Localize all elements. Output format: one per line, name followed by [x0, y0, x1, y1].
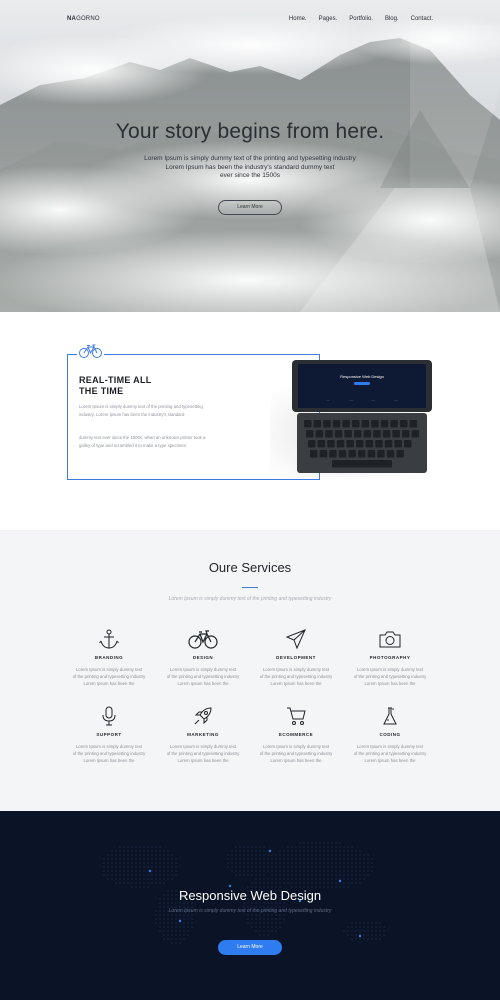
feature-paragraph-2: dummy text ever since the 1500s, when an… [79, 435, 206, 448]
cta-title: Responsive Web Design [178, 888, 322, 903]
services-title: Oure Services [208, 560, 292, 575]
rocket-icon [194, 707, 212, 725]
tablet-screen-title: Responsive Web Design [340, 374, 384, 379]
service-coding[interactable]: CODING Lorem Ipsum is simply dummy text o… [335, 705, 445, 764]
top-navigation: NAGORNO Home. Pages. Portfolio. Blog. Co… [0, 0, 500, 40]
tablet-screen-menu-item: ----- [349, 399, 353, 402]
services-subtitle: Lorem Ipsum is simply dummy text of the … [168, 596, 332, 602]
cta-subtitle: Lorem Ipsum is simply dummy text of the … [168, 908, 332, 914]
service-description: Lorem Ipsum is simply dummy text of the p… [353, 744, 427, 763]
service-photography[interactable]: PHOTOGRAPHY Lorem Ipsum is simply dummy … [335, 628, 445, 687]
nav-link-portfolio[interactable]: Portfolio. [349, 16, 373, 22]
hero-subtitle: Lorem Ipsum is simply dummy text of the … [144, 155, 356, 179]
tablet-screen-menu-item: ----- [371, 399, 375, 402]
cta-section: Responsive Web Design Lorem Ipsum is sim… [0, 811, 500, 1000]
nav-link-blog[interactable]: Blog. [385, 16, 399, 22]
nav-link-pages[interactable]: Pages. [319, 16, 338, 22]
nav-links: Home. Pages. Portfolio. Blog. Contact. [277, 16, 433, 22]
anchor-icon [99, 629, 119, 649]
tablet-screen-menu-item: ----- [326, 399, 330, 402]
service-name: CODING [379, 732, 401, 737]
feature-section: REAL-TIME ALL THE TIME Lorem Ipsum is si… [0, 312, 500, 530]
cta-learn-more-button[interactable]: Learn More [218, 940, 282, 955]
tablet-screen-menu-item: ----- [394, 399, 398, 402]
feature-paragraph-1: Lorem Ipsum is simply dummy text of the … [79, 404, 203, 417]
services-title-underline [242, 587, 258, 588]
flask-icon [383, 707, 397, 725]
camera-icon [379, 631, 401, 648]
paper-plane-icon [285, 629, 306, 650]
brand-logo[interactable]: NAGORNO [67, 16, 100, 22]
bicycle-icon [188, 630, 218, 649]
hero-title: Your story begins from here. [115, 120, 385, 143]
hero-learn-more-button[interactable]: Learn More [218, 200, 282, 215]
microphone-icon [102, 706, 116, 726]
bicycle-icon [77, 342, 104, 360]
hero-section: NAGORNO Home. Pages. Portfolio. Blog. Co… [0, 0, 500, 312]
service-name: PHOTOGRAPHY [369, 655, 411, 660]
service-description: Lorem Ipsum is simply dummy text of the p… [353, 667, 427, 686]
tablet-keyboard-image: Responsive Web Design ----- ----- ----- … [292, 360, 432, 480]
services-section: Oure Services Lorem Ipsum is simply dumm… [0, 530, 500, 811]
shopping-cart-icon [287, 707, 306, 725]
world-map-background [103, 842, 385, 944]
nav-link-contact[interactable]: Contact. [411, 16, 433, 22]
feature-title: REAL-TIME ALL THE TIME [79, 375, 152, 396]
nav-link-home[interactable]: Home. [289, 16, 307, 22]
